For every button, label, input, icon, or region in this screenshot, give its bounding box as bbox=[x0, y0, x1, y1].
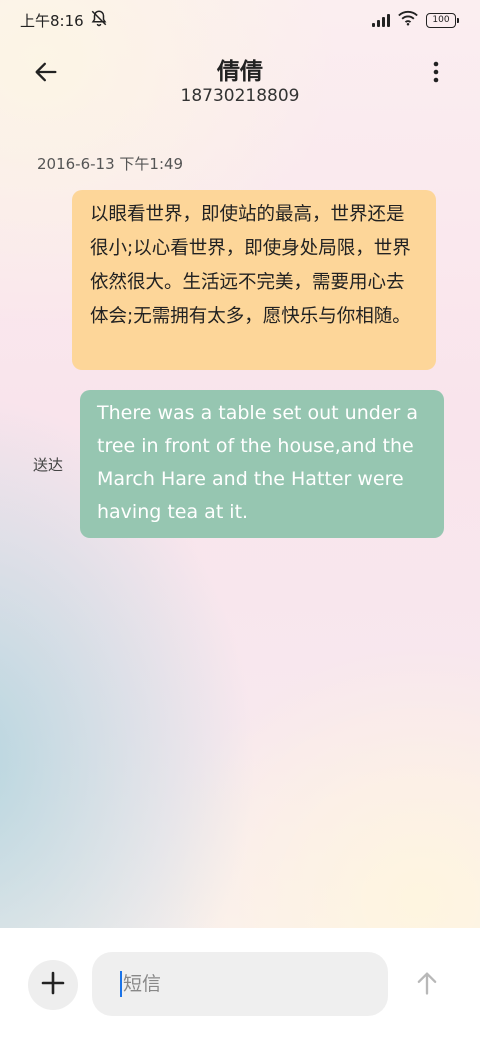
message-input[interactable] bbox=[123, 973, 363, 995]
contact-number: 18730218809 bbox=[180, 86, 300, 106]
more-vertical-icon bbox=[432, 60, 440, 88]
status-left: 上午8:16 bbox=[20, 9, 108, 31]
sent-message-text: There was a table set out under a tree i… bbox=[97, 402, 418, 523]
mute-alarm-icon bbox=[90, 9, 108, 31]
status-right: 100 bbox=[372, 10, 459, 30]
more-options-button[interactable] bbox=[418, 52, 454, 96]
status-bar: 上午8:16 100 bbox=[0, 0, 480, 40]
battery-level: 100 bbox=[432, 15, 450, 25]
add-attachment-button[interactable] bbox=[28, 960, 78, 1010]
send-button[interactable] bbox=[404, 962, 450, 1008]
wifi-icon bbox=[398, 10, 418, 30]
text-cursor bbox=[120, 971, 122, 997]
status-time: 上午8:16 bbox=[20, 11, 84, 30]
message-timestamp: 2016-6-13 下午1:49 bbox=[37, 155, 184, 173]
sent-message-bubble[interactable]: There was a table set out under a tree i… bbox=[80, 390, 444, 538]
signal-icon bbox=[372, 13, 390, 27]
received-message-bubble[interactable]: 以眼看世界，即使站的最高，世界还是很小;以心看世界，即使身处局限，世界依然很大。… bbox=[72, 190, 436, 370]
delivery-status: 送达 bbox=[33, 456, 64, 474]
plus-icon bbox=[41, 971, 65, 999]
received-message-text: 以眼看世界，即使站的最高，世界还是很小;以心看世界，即使身处局限，世界依然很大。… bbox=[90, 204, 411, 327]
send-arrow-icon bbox=[413, 969, 441, 1001]
battery-icon: 100 bbox=[426, 12, 459, 28]
composer-bar bbox=[0, 928, 480, 1040]
contact-name: 倩倩 bbox=[217, 59, 263, 85]
message-field[interactable] bbox=[92, 952, 388, 1016]
conversation-header: 倩倩 18730218809 bbox=[0, 44, 480, 116]
